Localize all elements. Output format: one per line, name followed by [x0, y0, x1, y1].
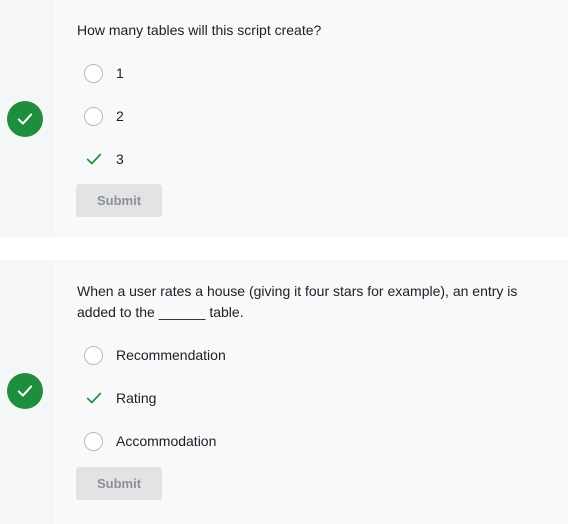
answer-option-accommodation[interactable]: Accommodation — [84, 430, 216, 452]
question-text: How many tables will this script create? — [77, 22, 322, 38]
submit-button[interactable]: Submit — [76, 184, 162, 217]
question-card-1: How many tables will this script create?… — [0, 0, 568, 237]
radio-button[interactable] — [84, 431, 103, 451]
answer-option-recommendation[interactable]: Recommendation — [84, 344, 226, 366]
answer-option-2[interactable]: 2 — [84, 105, 124, 127]
answer-option-3[interactable]: 3 — [84, 148, 124, 170]
option-label: 2 — [116, 108, 124, 124]
check-circle-icon — [7, 373, 43, 409]
option-label: 1 — [116, 65, 124, 81]
answer-option-rating[interactable]: Rating — [84, 387, 156, 409]
answer-option-1[interactable]: 1 — [84, 62, 124, 84]
check-icon — [84, 388, 104, 408]
question-card-2: When a user rates a house (giving it fou… — [0, 260, 568, 524]
radio-button[interactable] — [84, 63, 103, 83]
check-circle-icon — [7, 101, 43, 137]
option-label: Recommendation — [116, 347, 226, 363]
radio-button[interactable] — [84, 106, 103, 126]
submit-button[interactable]: Submit — [76, 467, 162, 500]
check-icon — [84, 149, 104, 169]
option-label: Rating — [116, 390, 157, 406]
radio-button[interactable] — [84, 345, 103, 365]
question-text: When a user rates a house (giving it fou… — [77, 283, 518, 320]
option-label: 3 — [116, 151, 124, 167]
option-label: Accommodation — [116, 433, 217, 449]
